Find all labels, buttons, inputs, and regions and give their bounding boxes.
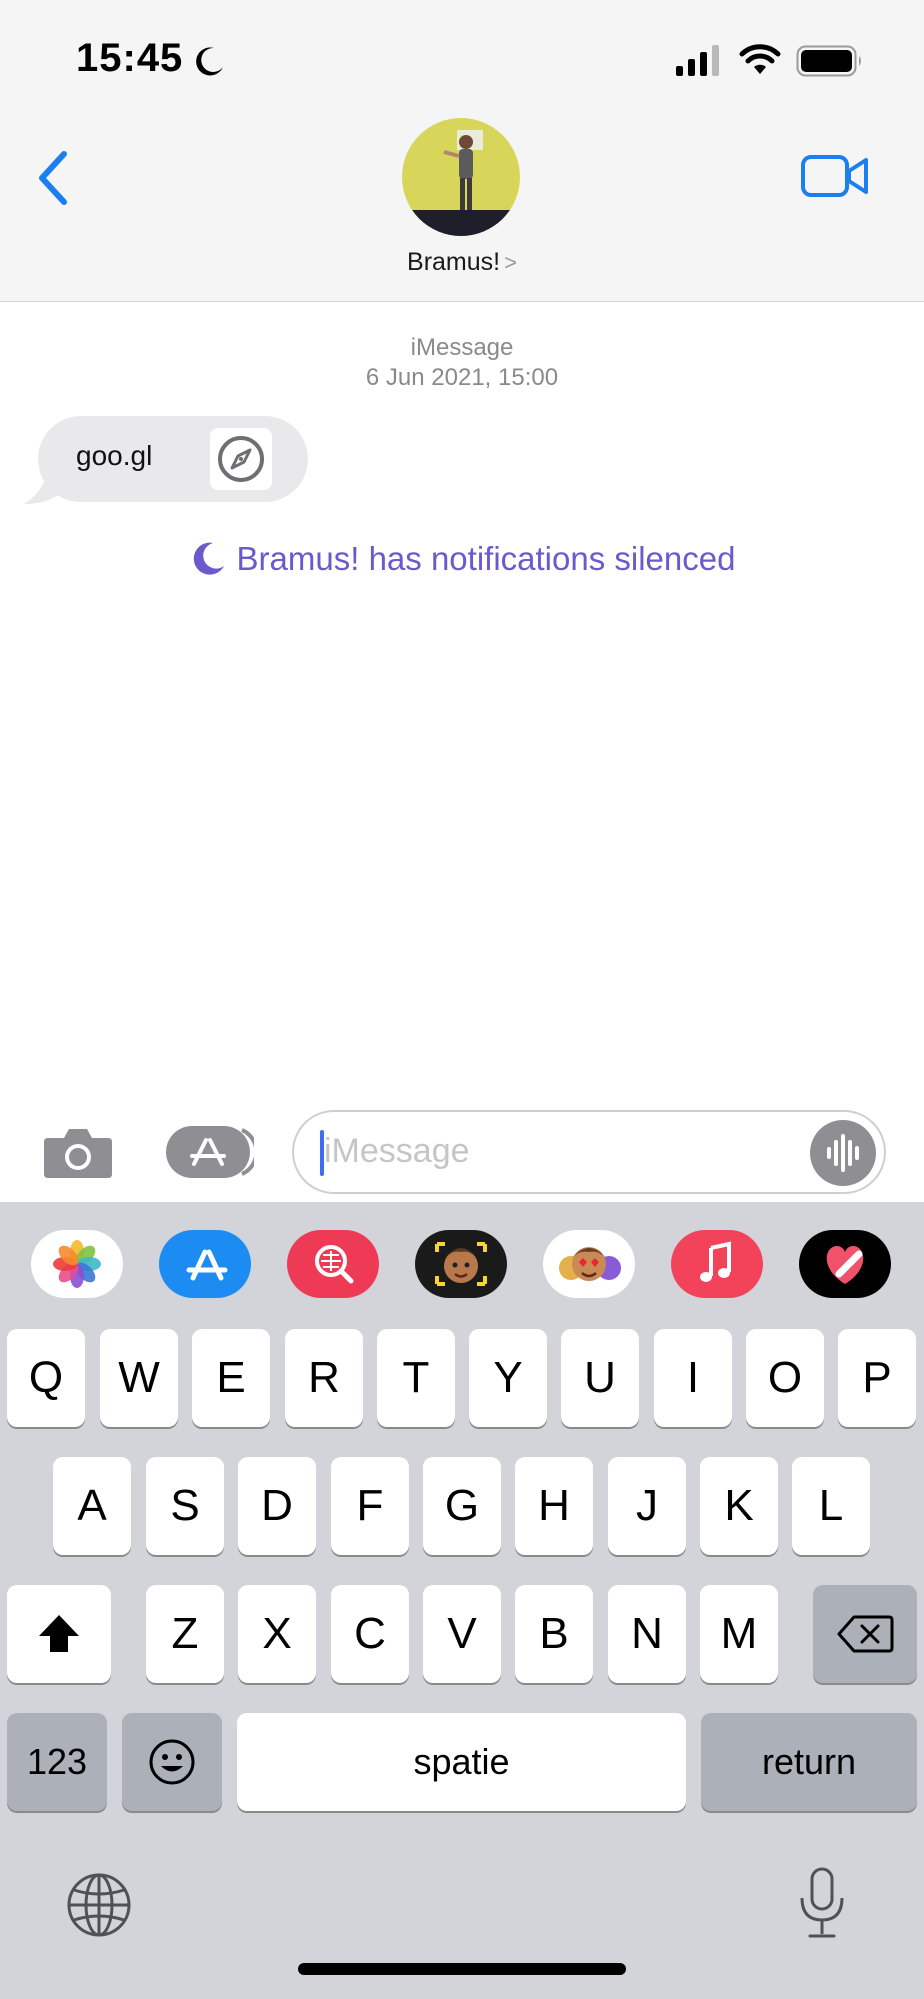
compass-icon bbox=[218, 436, 264, 482]
key-r[interactable]: R bbox=[285, 1329, 363, 1427]
key-y[interactable]: Y bbox=[469, 1329, 547, 1427]
numbers-key[interactable]: 123 bbox=[7, 1713, 107, 1811]
memoji-icon[interactable] bbox=[415, 1230, 507, 1298]
message-input[interactable]: iMessage bbox=[292, 1110, 886, 1194]
camera-icon[interactable] bbox=[42, 1124, 114, 1180]
memoji-stickers-icon[interactable] bbox=[543, 1230, 635, 1298]
shift-key[interactable] bbox=[7, 1585, 111, 1683]
key-p[interactable]: P bbox=[838, 1329, 916, 1427]
key-d[interactable]: D bbox=[238, 1457, 316, 1555]
delete-icon bbox=[837, 1615, 894, 1653]
chevron-right-icon: > bbox=[504, 250, 517, 275]
contact-name-row[interactable]: Bramus! > bbox=[0, 248, 924, 277]
key-l[interactable]: L bbox=[792, 1457, 870, 1555]
video-camera-icon[interactable] bbox=[800, 152, 870, 200]
navigation-header: 15:45 Bramus! > bbox=[0, 0, 924, 302]
images-search-icon[interactable] bbox=[287, 1230, 379, 1298]
key-j[interactable]: J bbox=[608, 1457, 686, 1555]
notifications-silenced-notice: Bramus! has notifications silenced bbox=[0, 540, 924, 578]
key-c[interactable]: C bbox=[331, 1585, 409, 1683]
key-w[interactable]: W bbox=[100, 1329, 178, 1427]
home-indicator[interactable] bbox=[298, 1963, 626, 1975]
moon-icon bbox=[196, 47, 223, 76]
microphone-icon[interactable] bbox=[796, 1866, 848, 1940]
key-g[interactable]: G bbox=[423, 1457, 501, 1555]
key-k[interactable]: K bbox=[700, 1457, 778, 1555]
app-store-icon[interactable] bbox=[164, 1124, 254, 1180]
shift-icon bbox=[39, 1615, 79, 1652]
key-s[interactable]: S bbox=[146, 1457, 224, 1555]
key-z[interactable]: Z bbox=[146, 1585, 224, 1683]
app-store-icon[interactable] bbox=[159, 1230, 251, 1298]
music-icon[interactable] bbox=[671, 1230, 763, 1298]
moon-icon bbox=[193, 542, 224, 575]
wifi-icon bbox=[739, 44, 781, 74]
key-o[interactable]: O bbox=[746, 1329, 824, 1427]
status-time: 15:45 bbox=[76, 36, 184, 80]
notice-text: Bramus! has notifications silenced bbox=[236, 540, 736, 577]
service-label: iMessage bbox=[410, 334, 514, 361]
key-f[interactable]: F bbox=[331, 1457, 409, 1555]
contact-avatar[interactable] bbox=[402, 118, 520, 236]
digital-touch-icon[interactable] bbox=[799, 1230, 891, 1298]
key-q[interactable]: Q bbox=[7, 1329, 85, 1427]
key-i[interactable]: I bbox=[654, 1329, 732, 1427]
emoji-key[interactable] bbox=[122, 1713, 222, 1811]
emoji-icon bbox=[149, 1739, 195, 1785]
photos-icon[interactable] bbox=[31, 1230, 123, 1298]
contact-name: Bramus! bbox=[407, 248, 501, 276]
audio-message-button[interactable] bbox=[810, 1120, 876, 1186]
globe-icon[interactable] bbox=[66, 1872, 132, 1938]
return-key[interactable]: return bbox=[701, 1713, 917, 1811]
key-m[interactable]: M bbox=[700, 1585, 778, 1683]
chevron-left-icon[interactable] bbox=[34, 148, 74, 208]
message-input-placeholder: iMessage bbox=[324, 1132, 470, 1170]
delete-key[interactable] bbox=[813, 1585, 917, 1683]
key-v[interactable]: V bbox=[423, 1585, 501, 1683]
key-b[interactable]: B bbox=[515, 1585, 593, 1683]
message-text[interactable]: goo.gl bbox=[76, 440, 152, 472]
key-a[interactable]: A bbox=[53, 1457, 131, 1555]
key-t[interactable]: T bbox=[377, 1329, 455, 1427]
key-x[interactable]: X bbox=[238, 1585, 316, 1683]
key-h[interactable]: H bbox=[515, 1457, 593, 1555]
key-n[interactable]: N bbox=[608, 1585, 686, 1683]
key-e[interactable]: E bbox=[192, 1329, 270, 1427]
key-u[interactable]: U bbox=[561, 1329, 639, 1427]
message-timestamp: 6 Jun 2021, 15:00 bbox=[365, 364, 559, 391]
signal-bars-icon bbox=[676, 45, 719, 76]
space-key[interactable]: spatie bbox=[237, 1713, 686, 1811]
link-preview[interactable] bbox=[210, 428, 272, 490]
battery-icon bbox=[796, 45, 861, 77]
waveform-icon bbox=[827, 1134, 859, 1172]
